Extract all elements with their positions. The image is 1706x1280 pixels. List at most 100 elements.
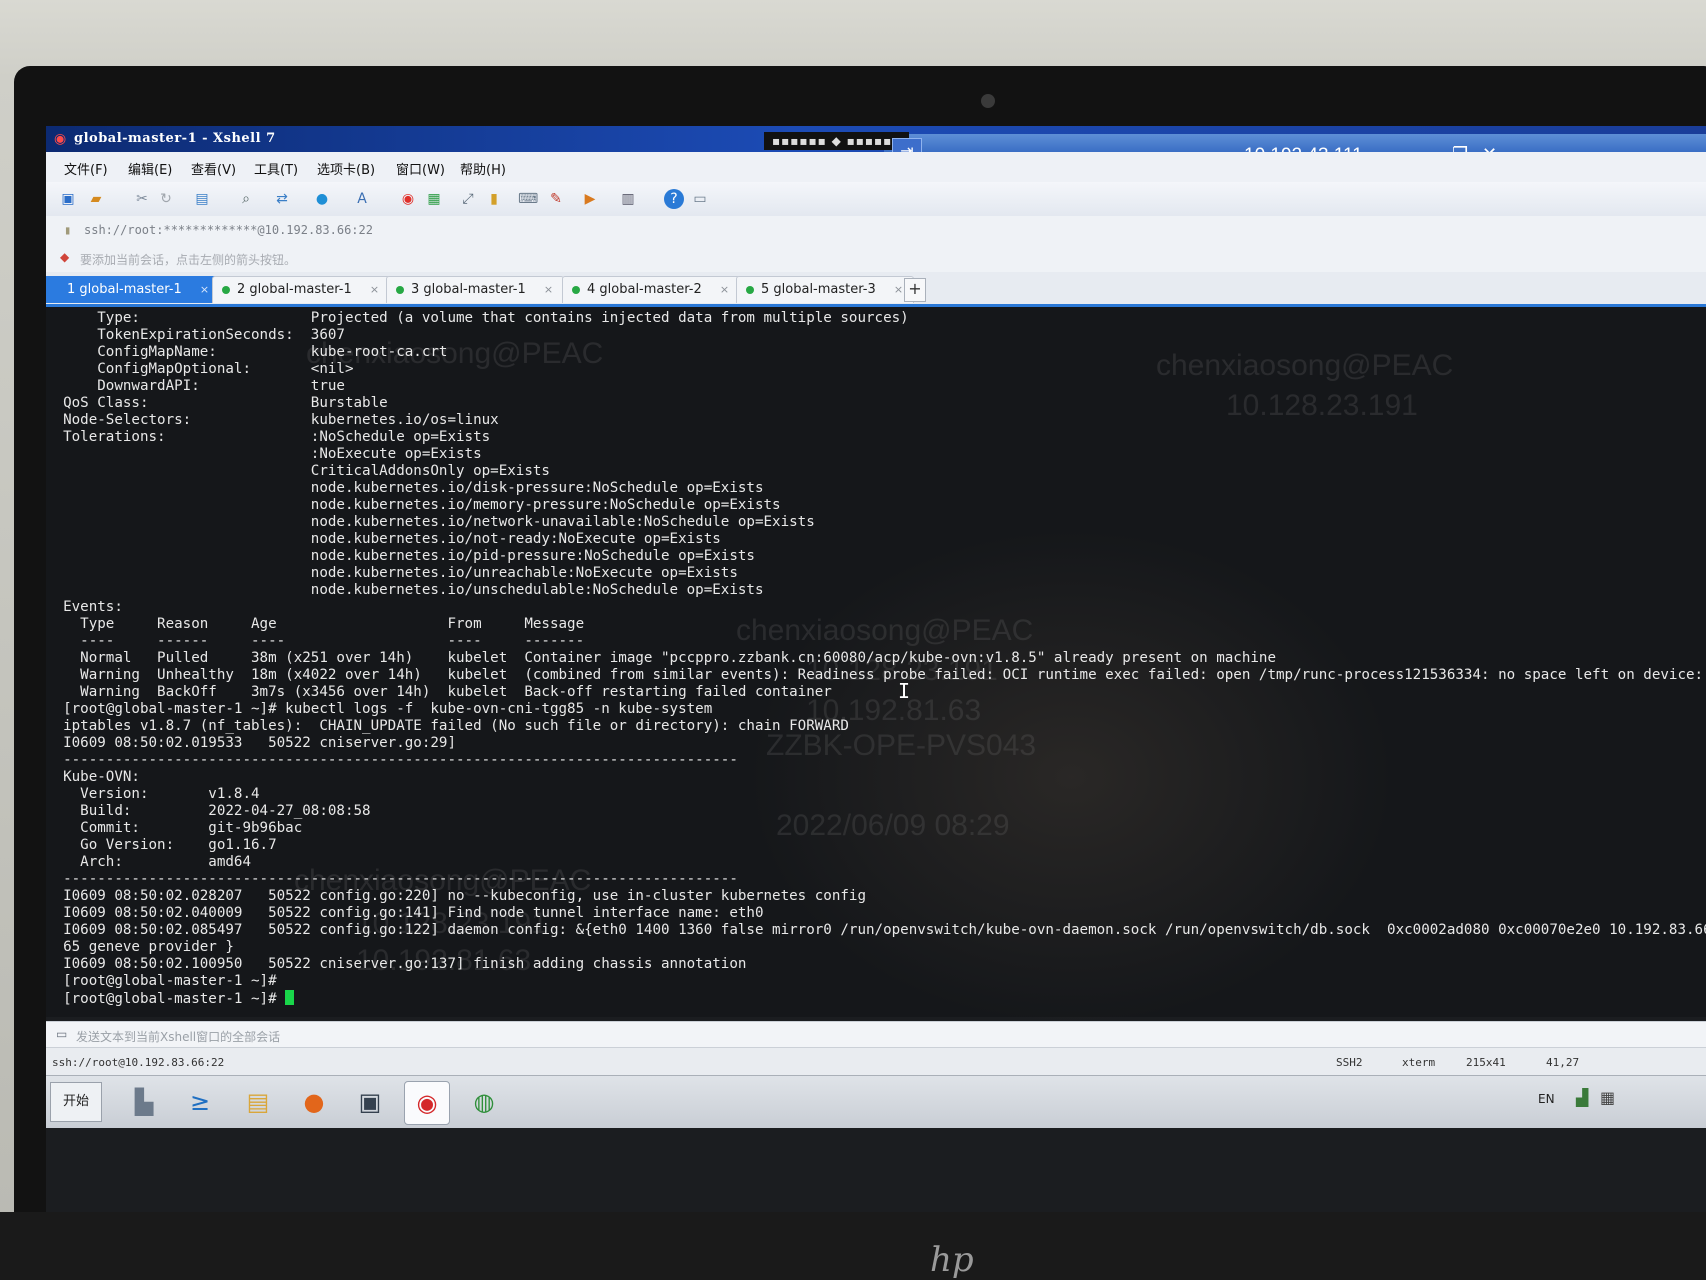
- terminal-line: Warning Unhealthy 18m (x4022 over 14h) k…: [46, 667, 1706, 683]
- reconnect-icon[interactable]: ↻: [156, 189, 176, 209]
- properties-icon[interactable]: ▤: [192, 189, 212, 209]
- terminal-line: Kube-OVN:: [46, 769, 140, 785]
- fullscreen-icon[interactable]: ⤢: [458, 189, 478, 209]
- script-icon[interactable]: ▶: [580, 189, 600, 209]
- terminal-line: iptables v1.8.7 (nf_tables): CHAIN_UPDAT…: [46, 718, 849, 734]
- watermark: 10.128.23.191: [1226, 389, 1418, 422]
- terminal-line: Type Reason Age From Message: [46, 616, 585, 632]
- firefox-icon[interactable]: ●: [292, 1081, 336, 1123]
- drag-grip[interactable]: ▪▪▪▪▪▪ ◆ ▪▪▪▪▪▪: [764, 132, 910, 150]
- terminal-line: I0609 08:50:02.085497 50522 config.go:12…: [46, 922, 1706, 938]
- layout-icon[interactable]: ▥: [618, 189, 638, 209]
- chat-icon[interactable]: ▭: [690, 189, 710, 209]
- status-dot-icon: [396, 286, 404, 294]
- tab-session-4[interactable]: 4 global-master-2 ×: [562, 276, 741, 303]
- keyboard-icon[interactable]: ⌨: [518, 189, 538, 209]
- close-tab-icon[interactable]: ×: [720, 283, 729, 296]
- terminal-line: node.kubernetes.io/network-unavailable:N…: [46, 514, 815, 530]
- compose-bar[interactable]: ▭ 发送文本到当前Xshell窗口的全部会话: [46, 1021, 1706, 1048]
- chrome-icon[interactable]: ◍: [462, 1081, 506, 1123]
- terminal-line: ConfigMapName: kube-root-ca.crt: [46, 344, 448, 360]
- terminal-line: ----------------------------------------…: [46, 871, 738, 887]
- status-protocol: SSH2: [1336, 1056, 1363, 1069]
- close-tab-icon[interactable]: ×: [200, 283, 209, 296]
- xshell-icon[interactable]: ◉: [398, 189, 418, 209]
- globe-icon[interactable]: ●: [312, 189, 332, 209]
- server-manager-icon[interactable]: ▙: [122, 1081, 166, 1123]
- compose-placeholder[interactable]: 发送文本到当前Xshell窗口的全部会话: [76, 1028, 280, 1045]
- terminal-line: node.kubernetes.io/memory-pressure:NoSch…: [46, 497, 781, 513]
- terminal-line: I0609 08:50:02.028207 50522 config.go:22…: [46, 888, 866, 904]
- font-icon[interactable]: A: [352, 189, 372, 209]
- terminal-line: node.kubernetes.io/unschedulable:NoSched…: [46, 582, 764, 598]
- disconnect-icon[interactable]: ✂: [132, 189, 152, 209]
- watermark: 2022/06/09 08:29: [776, 809, 1010, 842]
- terminal-line: :NoExecute op=Exists: [46, 446, 482, 462]
- tray-icon[interactable]: ▦: [1600, 1088, 1615, 1107]
- watermark: chenxiaosong@PEAC: [1156, 349, 1454, 382]
- file-explorer-icon[interactable]: ▤: [236, 1081, 280, 1123]
- menu-tabs[interactable]: 选项卡(B): [317, 159, 375, 178]
- status-connection: ssh://root@10.192.83.66:22: [52, 1056, 225, 1069]
- close-tab-icon[interactable]: ×: [894, 283, 903, 296]
- taskbar: 开始 ▙ ≥ ▤ ● ▣ ◉ ◍ EN ▟ ▦: [46, 1075, 1706, 1128]
- hp-logo: hp: [930, 1240, 974, 1280]
- terminal-line: Node-Selectors: kubernetes.io/os=linux: [46, 412, 499, 428]
- lock-icon[interactable]: ▮: [484, 189, 504, 209]
- terminal-line: node.kubernetes.io/not-ready:NoExecute o…: [46, 531, 721, 547]
- xftp-icon[interactable]: ▦: [424, 189, 444, 209]
- open-folder-icon[interactable]: ▰: [86, 189, 106, 209]
- remote-desktop-icon[interactable]: ▣: [348, 1081, 392, 1123]
- menu-tools[interactable]: 工具(T): [254, 159, 298, 178]
- network-icon[interactable]: ▟: [1576, 1088, 1588, 1107]
- terminal-line: Arch: amd64: [46, 854, 251, 870]
- address-text[interactable]: ssh://root:*************@10.192.83.66:22: [84, 223, 373, 237]
- menu-help[interactable]: 帮助(H): [460, 159, 506, 178]
- help-icon[interactable]: ?: [664, 189, 684, 209]
- powershell-icon[interactable]: ≥: [178, 1081, 222, 1123]
- transfer-icon[interactable]: ⇄: [272, 189, 292, 209]
- terminal-line: [root@global-master-1 ~]#: [46, 973, 277, 989]
- close-tab-icon[interactable]: ×: [370, 283, 379, 296]
- terminal-line: Normal Pulled 38m (x251 over 14h) kubele…: [46, 650, 1276, 666]
- terminal-line: Go Version: go1.16.7: [46, 837, 277, 853]
- terminal-line: Warning BackOff 3m7s (x3456 over 14h) ku…: [46, 684, 832, 700]
- terminal-prompt-line[interactable]: [root@global-master-1 ~]#: [46, 990, 295, 1008]
- language-indicator[interactable]: EN: [1538, 1092, 1555, 1106]
- tab-session-1[interactable]: 1 global-master-1 ×: [46, 276, 221, 303]
- status-bar: ssh://root@10.192.83.66:22 SSH2 xterm 21…: [46, 1047, 1706, 1076]
- tab-session-3[interactable]: 3 global-master-1 ×: [386, 276, 565, 303]
- menu-file[interactable]: 文件(F): [64, 159, 108, 178]
- toolbar: ▣ ▰ ✂ ↻ ▤ ⌕ ⇄ ● A ◉ ▦ ⤢ ▮ ⌨ ✎ ▶ ▥ ? ▭: [46, 182, 1706, 217]
- status-dot-icon: [222, 286, 230, 294]
- terminal-line: Version: v1.8.4: [46, 786, 260, 802]
- terminal-line: CriticalAddonsOnly op=Exists: [46, 463, 550, 479]
- tab-label: 4 global-master-2: [587, 282, 702, 297]
- screen: ◉ global-master-1 - Xshell 7 ▪▪▪▪▪▪ ◆ ▪▪…: [46, 126, 1706, 1212]
- add-tab-button[interactable]: +: [904, 278, 926, 302]
- tab-session-5[interactable]: 5 global-master-3 ×: [736, 276, 915, 303]
- terminal-line: QoS Class: Burstable: [46, 395, 388, 411]
- menu-view[interactable]: 查看(V): [191, 159, 236, 178]
- menu-window[interactable]: 窗口(W): [396, 159, 445, 178]
- terminal-line: [root@global-master-1 ~]# kubectl logs -…: [46, 701, 713, 717]
- close-tab-icon[interactable]: ×: [544, 283, 553, 296]
- terminal-line: I0609 08:50:02.100950 50522 cniserver.go…: [46, 956, 747, 972]
- menu-edit[interactable]: 编辑(E): [128, 159, 172, 178]
- bookmark-icon[interactable]: ◆: [60, 250, 69, 264]
- status-position: 41,27: [1546, 1056, 1580, 1069]
- address-bar[interactable]: ▮ ssh://root:*************@10.192.83.66:…: [46, 216, 1706, 245]
- search-icon[interactable]: ⌕: [236, 189, 256, 209]
- tab-label: 5 global-master-3: [761, 282, 876, 297]
- status-dot-icon: [746, 286, 754, 294]
- highlight-icon[interactable]: ✎: [546, 189, 566, 209]
- prompt-text: [root@global-master-1 ~]#: [46, 991, 286, 1007]
- terminal-line: ConfigMapOptional: <nil>: [46, 361, 354, 377]
- tab-session-2[interactable]: 2 global-master-1 ×: [212, 276, 391, 303]
- session-hint-bar: ◆ 要添加当前会话，点击左侧的箭头按钮。: [46, 244, 1706, 273]
- new-session-icon[interactable]: ▣: [58, 189, 78, 209]
- xshell-taskbar-icon[interactable]: ◉: [404, 1081, 450, 1125]
- terminal[interactable]: chenxiaosong@PEAC chenxiaosong@PEAC 10.1…: [46, 307, 1706, 1027]
- terminal-line: ----------------------------------------…: [46, 752, 738, 768]
- start-button[interactable]: 开始: [50, 1082, 102, 1122]
